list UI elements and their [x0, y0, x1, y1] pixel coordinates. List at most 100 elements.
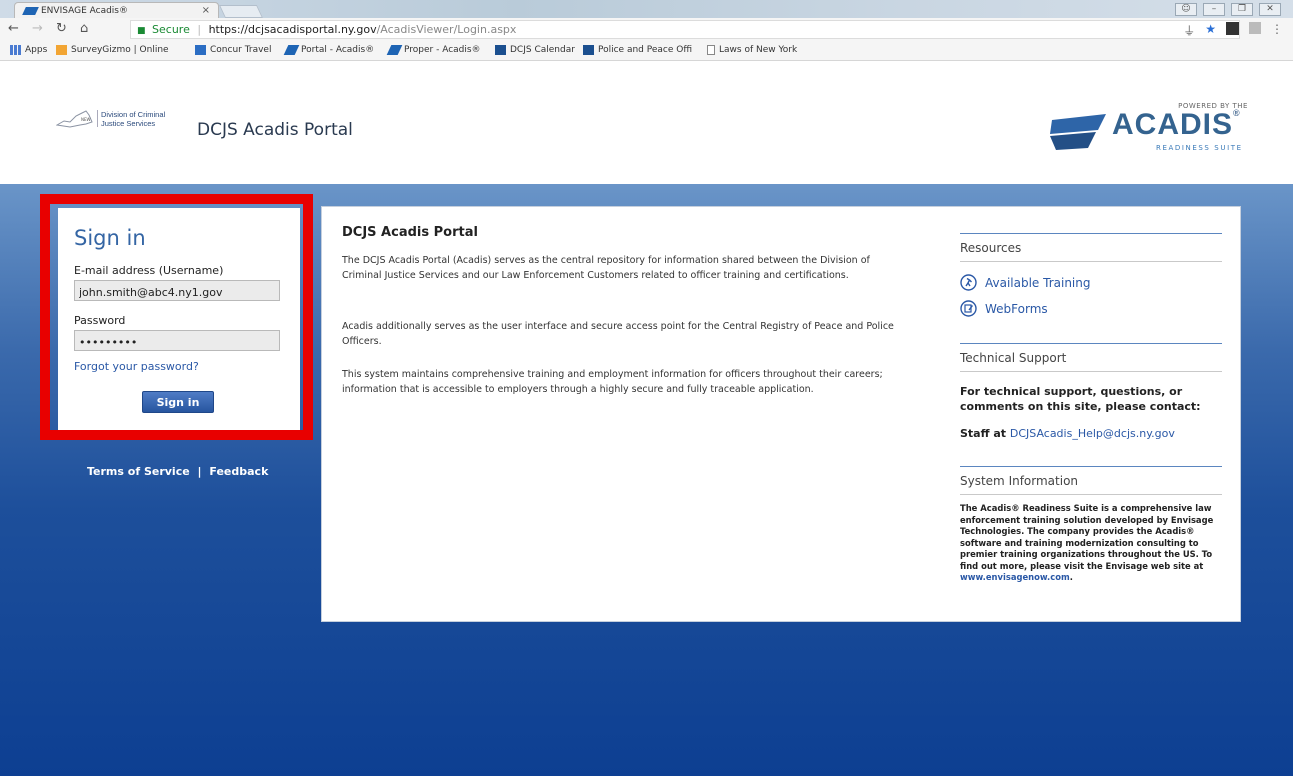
menu-dots-icon[interactable]: ⋮ [1271, 22, 1283, 39]
bookmark-label: SurveyGizmo | Online [71, 45, 169, 55]
calendar-icon [495, 45, 506, 55]
bookmark-proper-acadis[interactable]: Proper - Acadis® [386, 45, 481, 55]
webforms-label: WebForms [985, 301, 1048, 316]
content-title: DCJS Acadis Portal [342, 225, 478, 240]
pdf-extension-icon[interactable] [1226, 22, 1239, 35]
content-paragraph: This system maintains comprehensive trai… [342, 369, 883, 395]
bookmark-label: Laws of New York [719, 45, 798, 55]
new-tab-button[interactable] [218, 5, 264, 18]
bookmarks-bar: Apps SurveyGizmo | Online Concur Travel … [0, 42, 1293, 61]
surveygizmo-icon [56, 45, 67, 55]
footer-links: Terms of Service | Feedback [87, 465, 268, 478]
address-bar[interactable]: ■ Secure | https://dcjsacadisportal.ny.g… [130, 20, 1240, 39]
password-field[interactable] [74, 330, 280, 351]
bookmark-concur[interactable]: Concur Travel [195, 45, 271, 55]
window-controls: ☺ – ❐ ✕ [1175, 0, 1281, 18]
forward-arrow-icon[interactable]: → [32, 21, 43, 36]
acadis-icon [386, 45, 403, 55]
bookmark-surveygizmo[interactable]: SurveyGizmo | Online [56, 45, 169, 55]
staff-contact: Staff at DCJSAcadis_Help@dcjs.ny.gov [960, 427, 1222, 440]
forgot-password-link[interactable]: Forgot your password? [74, 360, 199, 373]
terms-of-service-link[interactable]: Terms of Service [87, 465, 190, 478]
signin-button[interactable]: Sign in [142, 391, 214, 413]
tech-support-text: For technical support, questions, or com… [960, 385, 1201, 413]
close-window-icon[interactable]: ✕ [1259, 2, 1281, 16]
acadis-logo[interactable]: POWERED BY THE ACADIS® READINESS SUITE [1038, 102, 1248, 158]
minimize-icon[interactable]: – [1203, 2, 1225, 16]
bookmark-label: Portal - Acadis® [301, 45, 375, 55]
page-icon [707, 45, 715, 55]
page-header: NEW Division of Criminal Justice Service… [0, 62, 1293, 184]
running-figure-icon [960, 274, 977, 291]
acadis-favicon-icon [22, 7, 39, 15]
nys-dcjs-logo[interactable]: NEW Division of Criminal Justice Service… [56, 108, 188, 130]
agency-line1: Division of Criminal [101, 110, 166, 119]
tab-title: ENVISAGE Acadis® [41, 6, 128, 16]
tech-support-heading: Technical Support [960, 351, 1067, 365]
webforms-link[interactable]: WebForms [960, 300, 1048, 317]
nys-state-outline-icon: NEW [56, 110, 93, 128]
tab-close-icon[interactable]: × [202, 5, 210, 16]
bookmark-police-peace[interactable]: Police and Peace Offi [583, 45, 692, 55]
heading-underline [960, 261, 1222, 262]
restore-icon[interactable]: ❐ [1231, 2, 1253, 16]
system-info-body: The Acadis® Readiness Suite is a compreh… [960, 503, 1214, 571]
resources-heading: Resources [960, 241, 1022, 255]
heading-underline [960, 371, 1222, 372]
bookmark-laws-ny[interactable]: Laws of New York [707, 45, 797, 55]
bookmark-apps[interactable]: Apps [10, 45, 47, 55]
acadis-icon [283, 45, 300, 55]
extension-filter-icon[interactable]: ⏚ [1183, 22, 1195, 39]
section-rule [960, 466, 1222, 467]
browser-tab[interactable]: ENVISAGE Acadis® × [14, 2, 219, 19]
feedback-link[interactable]: Feedback [209, 465, 268, 478]
url-separator: | [197, 23, 202, 36]
portal-title: DCJS Acadis Portal [197, 120, 353, 140]
agency-name: Division of Criminal Justice Services [101, 110, 165, 128]
signin-panel: Sign in E-mail address (Username) Passwo… [58, 208, 300, 430]
bookmark-dcjs-calendar[interactable]: DCJS Calendar [495, 45, 575, 55]
signin-title: Sign in [74, 226, 146, 250]
envisage-link[interactable]: www.envisagenow.com [960, 572, 1070, 582]
footer-separator: | [197, 465, 202, 478]
extension-icon[interactable] [1249, 22, 1261, 34]
section-rule [960, 233, 1222, 234]
lock-icon: ■ [137, 26, 146, 36]
system-info-period: . [1069, 572, 1073, 582]
acadis-wordmark: ACADIS® [1112, 108, 1241, 141]
content-paragraph: Acadis additionally serves as the user i… [342, 321, 894, 347]
url-path: /AcadisViewer/Login.aspx [376, 23, 517, 36]
support-email-link[interactable]: DCJSAcadis_Help@dcjs.ny.gov [1010, 427, 1175, 440]
content-panel: DCJS Acadis Portal The DCJS Acadis Porta… [321, 206, 1241, 622]
password-label: Password [74, 314, 126, 327]
browser-tab-strip: ENVISAGE Acadis® × ☺ – ❐ ✕ [0, 0, 1293, 19]
email-label: E-mail address (Username) [74, 264, 224, 277]
reload-icon[interactable]: ↻ [56, 21, 67, 36]
system-info-text: The Acadis® Readiness Suite is a compreh… [960, 503, 1222, 584]
staff-prefix: Staff at [960, 427, 1010, 440]
bookmark-label: DCJS Calendar [510, 45, 575, 55]
home-icon[interactable]: ⌂ [80, 21, 88, 36]
system-info-heading: System Information [960, 474, 1079, 488]
document-icon [583, 45, 594, 55]
section-rule [960, 343, 1222, 344]
bookmark-portal-acadis[interactable]: Portal - Acadis® [283, 45, 375, 55]
secure-label: Secure [152, 23, 190, 36]
back-arrow-icon[interactable]: ← [8, 21, 19, 36]
browser-toolbar: ← → ↻ ⌂ ■ Secure | https://dcjsacadispor… [0, 18, 1293, 42]
bookmark-label: Concur Travel [210, 45, 272, 55]
acadis-swoosh-icon [1050, 114, 1106, 150]
bookmark-star-icon[interactable]: ★ [1205, 22, 1216, 39]
user-icon[interactable]: ☺ [1175, 2, 1197, 16]
svg-text:NEW: NEW [81, 117, 91, 122]
bookmark-label: Apps [25, 45, 48, 55]
agency-line2: Justice Services [101, 119, 156, 128]
content-paragraph: The DCJS Acadis Portal (Acadis) serves a… [342, 255, 870, 281]
concur-icon [195, 45, 206, 55]
heading-underline [960, 494, 1222, 495]
email-field[interactable] [74, 280, 280, 301]
bookmark-label: Police and Peace Offi [598, 45, 693, 55]
apps-grid-icon [10, 45, 21, 55]
toolbar-right-icons: ⏚ ★ ⋮ [1183, 22, 1283, 39]
available-training-link[interactable]: Available Training [960, 274, 1090, 291]
